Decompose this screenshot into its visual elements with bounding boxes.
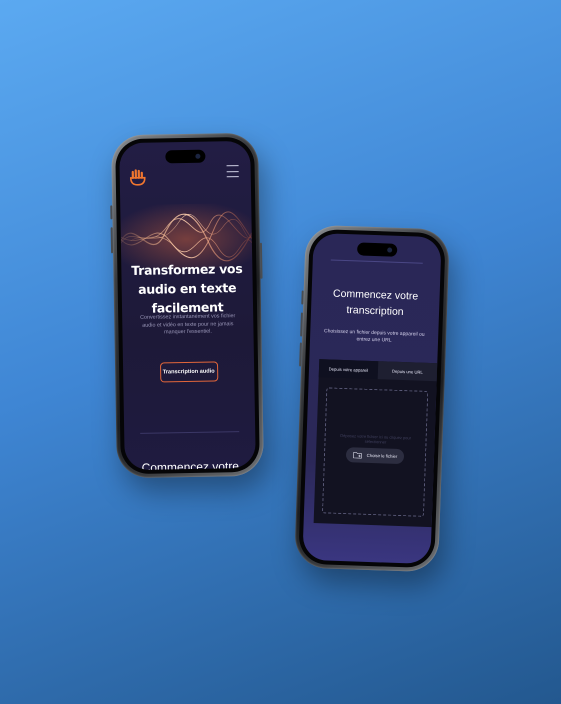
upload-tabs: Depuis votre appareil Depuis une URL (318, 359, 438, 382)
dynamic-island (356, 242, 398, 257)
phone-side-button (301, 290, 304, 305)
choose-file-button[interactable]: Choisir le fichier (345, 447, 405, 465)
phone-mockup-left: Transformez vos audio en texte facilemen… (110, 132, 264, 479)
phone-power-button (259, 242, 263, 279)
tab-from-device[interactable]: Depuis votre appareil (318, 359, 379, 380)
file-dropzone[interactable]: Déposez votre fichier ici ou cliquez pou… (321, 387, 429, 517)
hand-logo-icon[interactable] (129, 169, 146, 187)
phone-mockup-right: Commencez votre transcription Choisissez… (294, 224, 450, 573)
phone-bezel: Commencez votre transcription Choisissez… (298, 228, 446, 569)
section-divider (330, 259, 423, 264)
choose-file-label: Choisir le fichier (366, 452, 398, 459)
phone-volume-button (300, 312, 303, 337)
upload-card: Depuis votre appareil Depuis une URL Dép… (313, 359, 438, 528)
phone-volume-button (299, 342, 302, 367)
transcription-audio-button[interactable]: Transcription audio (159, 361, 218, 383)
hero-subtitle: Convertissez instantanément vos fichier … (140, 313, 236, 336)
section-divider (140, 431, 240, 434)
transcription-section-title: Commencez votre transcription (332, 287, 419, 319)
dynamic-island (164, 149, 206, 164)
phone-side-button (110, 205, 113, 220)
phone-bezel: Transformez vos audio en texte facilemen… (115, 136, 260, 475)
hamburger-menu-icon[interactable] (226, 165, 239, 178)
tab-from-url[interactable]: Depuis une URL (377, 361, 438, 382)
hero-title: Transformez vos audio en texte facilemen… (131, 261, 243, 316)
file-folder-icon (352, 452, 362, 459)
phone-volume-button (110, 227, 114, 254)
dropzone-hint: Déposez votre fichier ici ou cliquez pou… (340, 432, 412, 445)
phone-screen-home: Transformez vos audio en texte facilemen… (119, 140, 256, 471)
next-section-title: Commencez votre (141, 459, 240, 471)
phone-screen-upload: Commencez votre transcription Choisissez… (302, 232, 442, 565)
transcription-section-subtitle: Choisissez un fichier depuis votre appar… (323, 328, 425, 344)
